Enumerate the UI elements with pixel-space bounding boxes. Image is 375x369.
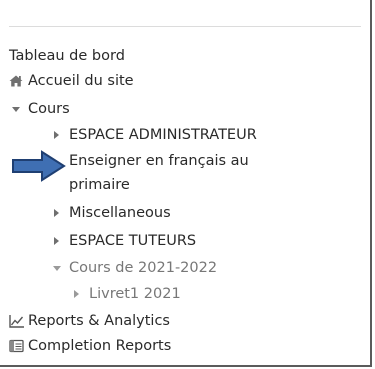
nav-item-teach-french-label-line2: primaire [69,177,130,193]
nav-item-site-home[interactable]: Accueil du site [9,72,134,90]
report-icon [9,339,24,353]
nav-item-reports[interactable]: Reports & Analytics [9,312,170,330]
chevron-right-icon[interactable] [74,290,79,298]
divider [9,26,361,27]
chevron-right-icon[interactable] [54,131,59,139]
nav-item-tutors-space[interactable]: ESPACE TUTEURS [51,232,196,250]
chevron-right-icon[interactable] [54,237,59,245]
nav-item-site-home-label: Accueil du site [28,73,134,89]
nav-item-tutors-space-label: ESPACE TUTEURS [69,233,197,249]
chevron-down-icon[interactable] [53,266,61,271]
home-icon [9,75,23,87]
chevron-down-icon[interactable] [12,107,20,112]
nav-item-courses[interactable]: Cours [9,100,70,118]
chevron-right-icon[interactable] [54,209,59,217]
nav-item-misc[interactable]: Miscellaneous [51,204,171,222]
nav-item-courses-label: Cours [28,101,70,117]
nav-item-reports-label: Reports & Analytics [28,313,170,329]
nav-item-booklet[interactable]: Livret1 2021 [71,285,181,303]
line-chart-icon [9,315,24,328]
nav-item-teach-french[interactable]: Enseigner en français au [69,152,249,170]
nav-item-booklet-label: Livret1 2021 [89,286,181,302]
nav-item-teach-french-label-line1: Enseigner en français au [69,153,249,169]
nav-item-admin-space[interactable]: ESPACE ADMINISTRATEUR [51,126,257,144]
nav-item-teach-french-cont[interactable]: primaire [69,176,130,194]
nav-item-dashboard-label: Tableau de bord [9,48,125,64]
nav-item-courses-2021-label: Cours de 2021-2022 [69,260,218,276]
nav-item-admin-space-label: ESPACE ADMINISTRATEUR [69,127,257,143]
nav-item-completion-label: Completion Reports [28,338,172,354]
nav-item-dashboard[interactable]: Tableau de bord [9,47,125,65]
nav-item-courses-2021[interactable]: Cours de 2021-2022 [51,259,217,277]
nav-item-completion[interactable]: Completion Reports [9,337,171,355]
arrow-right-icon [12,150,66,182]
nav-item-misc-label: Miscellaneous [69,205,171,221]
